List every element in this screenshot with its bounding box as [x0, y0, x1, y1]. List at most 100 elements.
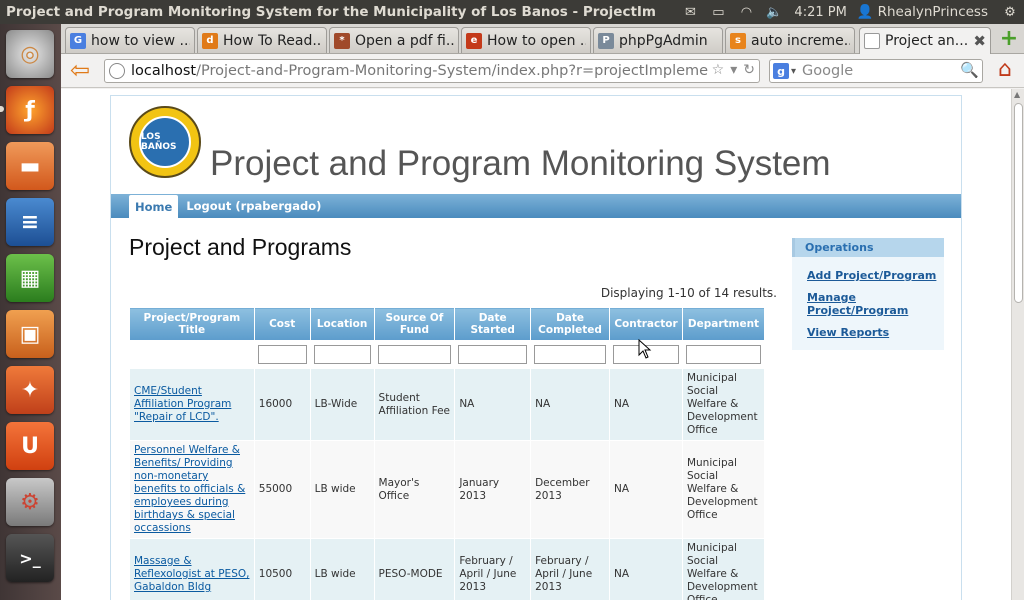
bookmark-star-icon[interactable]: ☆: [712, 62, 725, 78]
cell-source: Student Affiliation Fee: [373, 368, 456, 441]
user-menu[interactable]: 👤 RhealynPrincess: [857, 4, 996, 20]
col-department[interactable]: Department: [681, 307, 766, 341]
cell-title: Personnel Welfare & Benefits/ Providing …: [129, 440, 255, 539]
filter-cost-input[interactable]: [257, 345, 307, 364]
col-cost[interactable]: Cost: [253, 307, 311, 341]
filter-cell: [373, 340, 456, 369]
tab-5[interactable]: PphpPgAdmin: [593, 27, 723, 53]
filter-cell: [129, 340, 255, 369]
table-row[interactable]: Massage & Reflexologist at PESO, Gabaldo…: [129, 538, 766, 600]
site-favicon-icon: e: [466, 32, 482, 49]
menu-logout[interactable]: Logout (rpabergado): [178, 194, 329, 218]
cell-date-started: NA: [454, 368, 532, 441]
cell-date-completed: February / April / June 2013: [530, 538, 610, 600]
tab-bar: Ghow to view ... d How To Read... * Open a…: [61, 24, 1024, 54]
tab-4[interactable]: e How to open ...: [461, 27, 591, 53]
table-row[interactable]: Personnel Welfare & Benefits/ Providing …: [129, 440, 766, 539]
tab-6[interactable]: s auto increme...: [725, 27, 855, 53]
cell-cost: 10500: [253, 538, 311, 600]
impress-icon[interactable]: ▣: [6, 310, 54, 358]
search-placeholder: Google: [802, 63, 854, 79]
search-bar[interactable]: g ▾ Google 🔍: [769, 59, 983, 83]
google-search-engine-icon[interactable]: g: [773, 63, 789, 79]
mouse-cursor-icon: [638, 339, 652, 359]
tab-3[interactable]: * Open a pdf fi...: [329, 27, 459, 53]
battery-icon[interactable]: ▭: [704, 5, 732, 20]
url-path: /Project-and-Program-Monitoring-System/i…: [196, 63, 743, 79]
mail-icon[interactable]: ✉: [676, 5, 704, 20]
launcher: ◎ ƒ ▬ ≡ ▦ ▣ ✦ U ⚙ >_: [0, 24, 61, 600]
volume-icon[interactable]: 🔈: [760, 5, 788, 20]
filter-cell: [454, 340, 532, 369]
col-location[interactable]: Location: [309, 307, 375, 341]
top-panel: Project and Program Monitoring System fo…: [0, 0, 1024, 24]
site-header: LOS BAÑOS Project and Program Monitoring…: [111, 96, 961, 194]
ubuntu-dash-icon[interactable]: ◎: [6, 30, 54, 78]
url-bar[interactable]: localhost/Project-and-Program-Monitoring…: [104, 59, 760, 83]
filter-date-completed-input[interactable]: [534, 345, 606, 364]
indicator-area: ✉ ▭ ◠ 🔈 4:21 PM 👤 RhealynPrincess ⚙: [676, 0, 1024, 24]
page-scrollbar[interactable]: ▲: [1011, 89, 1024, 600]
tab-2[interactable]: d How To Read...: [197, 27, 327, 53]
page-title: Project and Programs: [129, 234, 352, 260]
new-tab-icon[interactable]: +: [998, 28, 1020, 51]
view-reports-link[interactable]: View Reports: [792, 322, 944, 344]
reload-icon[interactable]: ↻: [743, 62, 755, 78]
clock[interactable]: 4:21 PM: [788, 5, 856, 20]
software-center-icon[interactable]: ✦: [6, 366, 54, 414]
home-icon[interactable]: ⌂: [993, 59, 1017, 83]
tab-active[interactable]: Project an... ✖: [859, 27, 991, 54]
terminal-icon[interactable]: >_: [6, 534, 54, 582]
firefox-icon[interactable]: ƒ: [6, 86, 54, 134]
municipal-seal-logo: LOS BAÑOS: [129, 106, 201, 178]
dropdown-arrow-icon[interactable]: ▾: [730, 62, 737, 78]
search-icon[interactable]: 🔍: [960, 61, 979, 79]
close-tab-icon[interactable]: ✖: [969, 32, 986, 50]
project-link[interactable]: CME/Student Affiliation Program "Repair …: [134, 385, 231, 423]
wifi-icon[interactable]: ◠: [732, 5, 760, 20]
cell-contractor: NA: [609, 538, 683, 600]
filter-date-started-input[interactable]: [458, 345, 528, 364]
writer-icon[interactable]: ≡: [6, 198, 54, 246]
system-settings-icon[interactable]: ⚙: [6, 478, 54, 526]
cell-department: Municipal Social Welfare & Development O…: [681, 440, 766, 539]
globe-icon: [109, 63, 125, 79]
cell-location: LB-Wide: [309, 368, 375, 441]
files-icon[interactable]: ▬: [6, 142, 54, 190]
filter-cell: [253, 340, 311, 369]
filter-source-input[interactable]: [377, 345, 452, 364]
manage-project-link[interactable]: Manage Project/Program: [792, 287, 944, 322]
project-link[interactable]: Massage & Reflexologist at PESO, Gabaldo…: [134, 555, 249, 593]
page-container: LOS BAÑOS Project and Program Monitoring…: [110, 95, 962, 600]
power-gear-icon[interactable]: ⚙: [996, 5, 1024, 20]
col-title[interactable]: Project/Program Title: [129, 307, 255, 341]
col-date-completed[interactable]: Date Completed: [530, 307, 610, 341]
scroll-up-arrow-icon[interactable]: ▲: [1014, 90, 1020, 99]
engine-dropdown-icon[interactable]: ▾: [791, 66, 796, 77]
filter-location-input[interactable]: [313, 345, 371, 364]
add-project-link[interactable]: Add Project/Program: [792, 265, 944, 287]
project-link[interactable]: Personnel Welfare & Benefits/ Providing …: [134, 444, 245, 534]
cell-source: PESO-MODE: [373, 538, 456, 600]
table-row[interactable]: CME/Student Affiliation Program "Repair …: [129, 368, 766, 441]
elephant-favicon-icon: P: [598, 32, 614, 49]
col-source[interactable]: Source Of Fund: [373, 307, 456, 341]
site-title: Project and Program Monitoring System: [210, 144, 831, 183]
filter-cell: [309, 340, 375, 369]
col-contractor[interactable]: Contractor: [609, 307, 683, 341]
cell-title: Massage & Reflexologist at PESO, Gabaldo…: [129, 538, 255, 600]
filter-cell: [530, 340, 610, 369]
menu-home[interactable]: Home: [129, 195, 179, 218]
back-arrow-icon[interactable]: ⇦: [67, 58, 93, 84]
cell-location: LB wide: [309, 538, 375, 600]
filter-department-input[interactable]: [685, 345, 761, 364]
sidebar-menu: Add Project/Program Manage Project/Progr…: [792, 257, 944, 350]
cell-contractor: NA: [609, 368, 683, 441]
window-title: Project and Program Monitoring System fo…: [6, 4, 656, 20]
calc-icon[interactable]: ▦: [6, 254, 54, 302]
col-date-started[interactable]: Date Started: [454, 307, 532, 341]
ubuntu-one-icon[interactable]: U: [6, 422, 54, 470]
cell-contractor: NA: [609, 440, 683, 539]
tab-1[interactable]: Ghow to view ...: [65, 27, 195, 53]
scroll-thumb[interactable]: [1014, 103, 1023, 303]
